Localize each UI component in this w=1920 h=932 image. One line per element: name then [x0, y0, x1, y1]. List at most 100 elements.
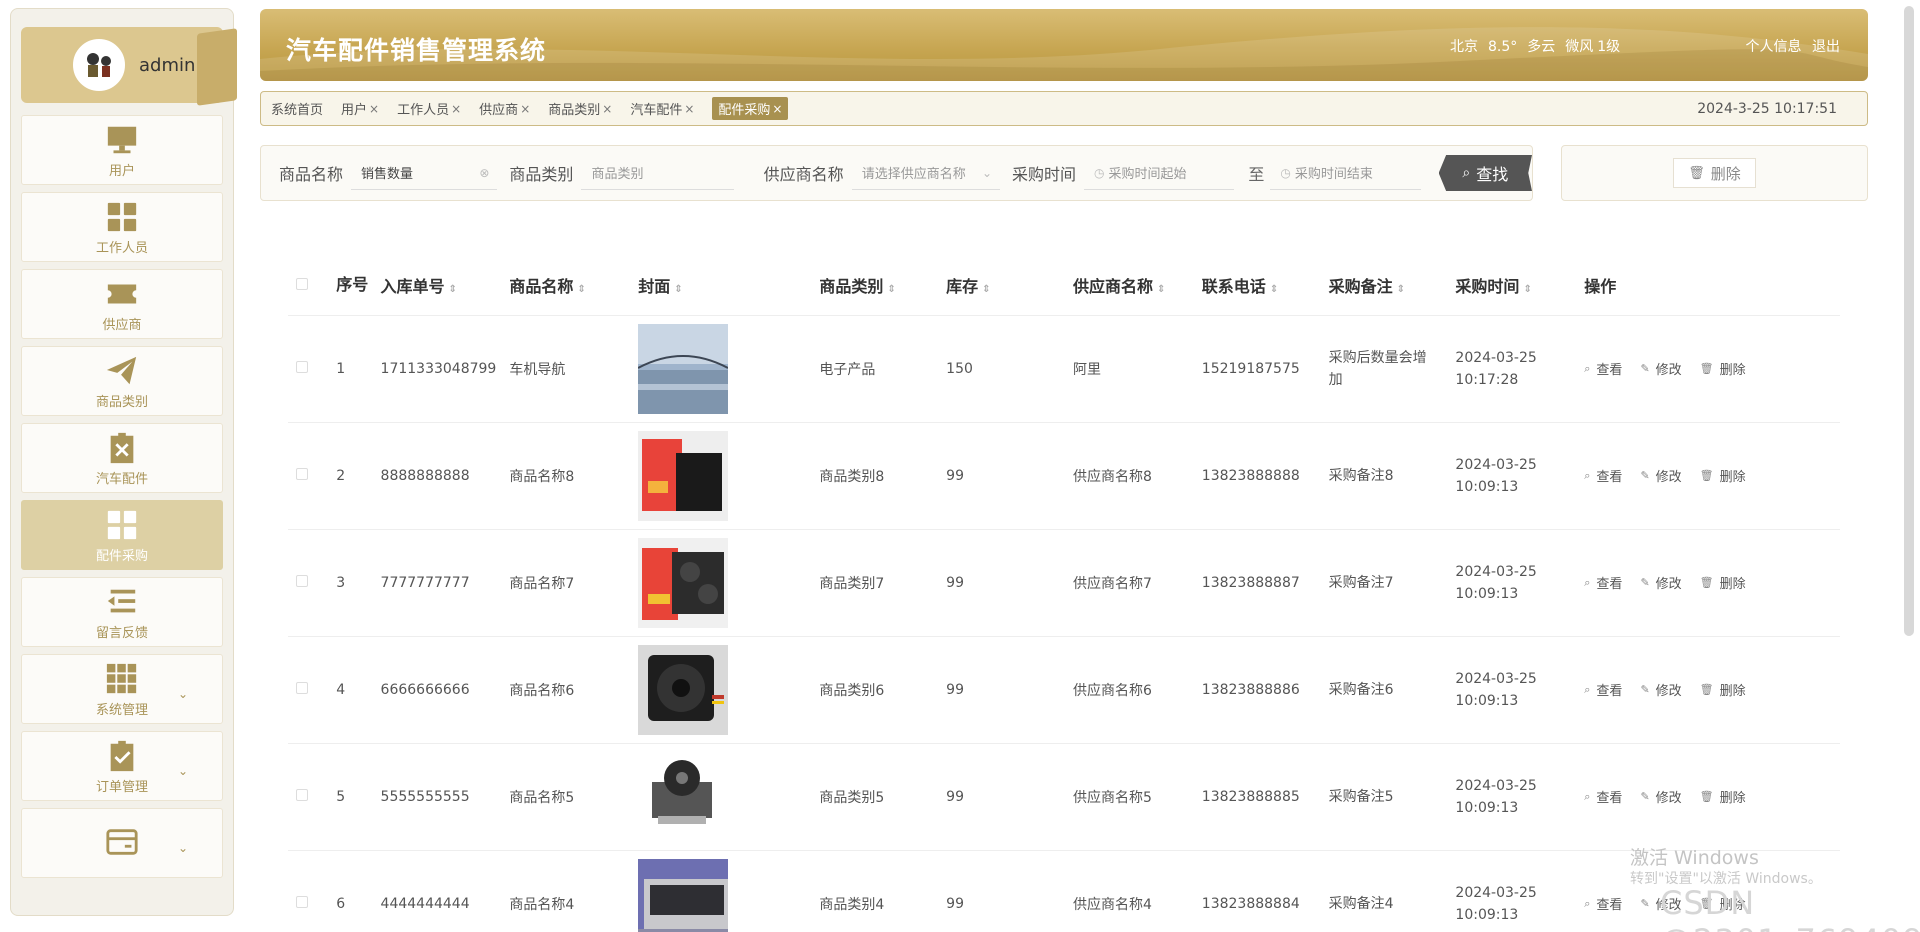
- sort-icon[interactable]: ⇕: [674, 284, 682, 295]
- close-icon[interactable]: ×: [602, 102, 612, 116]
- cover-image[interactable]: [638, 323, 729, 414]
- edit-button[interactable]: ✎ 修改: [1640, 787, 1681, 806]
- user-name: admin: [139, 54, 196, 76]
- sort-icon[interactable]: ⇕: [1397, 284, 1405, 295]
- close-icon[interactable]: ×: [369, 102, 379, 116]
- column-header[interactable]: 商品类别 ⇕: [811, 255, 939, 316]
- sort-icon[interactable]: ⇕: [1523, 284, 1531, 295]
- column-header[interactable]: 库存 ⇕: [938, 255, 1065, 316]
- table-row[interactable]: 4 6666666666 商品名称6 商品类别6 99 供应商名称6 13823…: [288, 636, 1840, 744]
- column-header[interactable]: 供应商名称 ⇕: [1064, 255, 1194, 316]
- table-row[interactable]: 5 5555555555 商品名称5 商品类别5 99 供应商名称5 13823…: [288, 743, 1840, 851]
- column-header[interactable]: 采购备注 ⇕: [1320, 255, 1448, 316]
- cell-no: 2: [328, 422, 373, 530]
- user-card-decoration: [197, 28, 237, 106]
- edit-button[interactable]: ✎ 修改: [1640, 359, 1681, 378]
- table-row[interactable]: 2 8888888888 商品名称8 商品类别8 99 供应商名称8 13823…: [288, 422, 1840, 530]
- column-header[interactable]: 采购时间 ⇕: [1447, 255, 1577, 316]
- close-icon[interactable]: ×: [772, 102, 782, 116]
- cell-phone: 13823888886: [1193, 636, 1321, 744]
- view-button[interactable]: ⌕ 查看: [1584, 466, 1622, 486]
- cover-image[interactable]: [638, 430, 729, 521]
- cover-image[interactable]: [638, 537, 729, 628]
- page-scrollbar[interactable]: [1904, 6, 1914, 636]
- row-checkbox[interactable]: [296, 574, 308, 587]
- table-row[interactable]: 3 7777777777 商品名称7 商品类别7 99 供应商名称7 13823…: [288, 529, 1840, 637]
- delete-button[interactable]: 🗑 删除: [1700, 680, 1746, 699]
- sidebar-item-4[interactable]: 汽车配件: [21, 423, 223, 493]
- sidebar-item-7[interactable]: 系统管理 ⌄: [21, 654, 223, 724]
- category-input[interactable]: 商品类别: [581, 156, 734, 190]
- category-input-placeholder: 商品类别: [591, 167, 644, 182]
- table-row[interactable]: 6 4444444444 商品名称4 商品类别4 99 供应商名称4 13823…: [288, 850, 1840, 932]
- row-checkbox[interactable]: [296, 681, 308, 694]
- view-button[interactable]: ⌕ 查看: [1584, 359, 1622, 379]
- row-checkbox[interactable]: [296, 360, 308, 373]
- clear-icon[interactable]: ⊗: [479, 166, 489, 180]
- column-header[interactable]: 入库单号 ⇕: [372, 255, 502, 316]
- column-header[interactable]: 联系电话 ⇕: [1193, 255, 1321, 316]
- column-header[interactable]: 封面 ⇕: [630, 255, 812, 316]
- batch-delete-button[interactable]: 🗑 删除: [1673, 158, 1756, 188]
- view-button[interactable]: ⌕ 查看: [1584, 573, 1622, 593]
- sidebar-item-8[interactable]: 订单管理 ⌄: [21, 731, 223, 801]
- name-input[interactable]: 销售数量 ⊗: [351, 156, 498, 190]
- view-button[interactable]: ⌕ 查看: [1584, 787, 1622, 807]
- column-header[interactable]: 商品名称 ⇕: [501, 255, 631, 316]
- search-button[interactable]: ⌕ 查找: [1438, 155, 1532, 191]
- supplier-select[interactable]: 请选择供应商名称 ⌄: [851, 156, 1001, 190]
- sidebar-item-1[interactable]: 工作人员: [21, 192, 223, 262]
- search-icon: ⌕: [1584, 682, 1591, 696]
- sort-icon[interactable]: ⇕: [449, 284, 457, 295]
- row-checkbox[interactable]: [296, 895, 308, 908]
- time-end-input[interactable]: ◷ 采购时间结束: [1270, 156, 1421, 190]
- row-checkbox[interactable]: [296, 467, 308, 480]
- profile-link[interactable]: 个人信息: [1746, 39, 1802, 55]
- delete-button[interactable]: 🗑 删除: [1700, 466, 1746, 485]
- sidebar-item-9[interactable]: ⌄: [21, 808, 223, 878]
- cell-category: 商品类别4: [811, 850, 939, 932]
- delete-button[interactable]: 🗑 删除: [1700, 573, 1746, 592]
- tab-1[interactable]: 用户 ×: [341, 99, 379, 119]
- close-icon[interactable]: ×: [684, 102, 694, 116]
- grid9-icon: [104, 661, 140, 697]
- sidebar-item-2[interactable]: 供应商: [21, 269, 223, 339]
- edit-button[interactable]: ✎ 修改: [1640, 573, 1681, 592]
- cover-image[interactable]: [638, 858, 729, 932]
- tab-0[interactable]: 系统首页: [271, 99, 323, 118]
- sidebar-item-3[interactable]: 商品类别: [21, 346, 223, 416]
- delete-button[interactable]: 🗑 删除: [1700, 787, 1746, 806]
- tab-5[interactable]: 汽车配件 ×: [630, 99, 694, 119]
- cell-name: 车机导航: [501, 315, 631, 423]
- sidebar-item-5[interactable]: 配件采购: [21, 500, 223, 570]
- edit-button[interactable]: ✎ 修改: [1640, 680, 1681, 699]
- sort-icon[interactable]: ⇕: [982, 284, 990, 295]
- table-row[interactable]: 1 1711333048799 车机导航 电子产品 150 阿里 1521918…: [288, 315, 1840, 423]
- row-checkbox[interactable]: [296, 788, 308, 801]
- close-icon[interactable]: ×: [451, 102, 461, 116]
- tab-label: 配件采购: [718, 103, 771, 118]
- view-label: 查看: [1596, 898, 1623, 913]
- sidebar-item-0[interactable]: 用户: [21, 115, 223, 185]
- close-icon[interactable]: ×: [520, 102, 530, 116]
- user-card[interactable]: admin: [21, 27, 237, 106]
- sort-icon[interactable]: ⇕: [577, 284, 585, 295]
- watermark-csdn: CSDN @2301_76940964: [1660, 884, 1920, 932]
- sort-icon[interactable]: ⇕: [1270, 284, 1278, 295]
- tab-4[interactable]: 商品类别 ×: [548, 99, 612, 119]
- tab-6[interactable]: 配件采购 ×: [712, 97, 789, 120]
- tab-3[interactable]: 供应商 ×: [479, 99, 530, 119]
- view-button[interactable]: ⌕ 查看: [1584, 894, 1623, 914]
- sort-icon[interactable]: ⇕: [1157, 284, 1165, 295]
- view-button[interactable]: ⌕ 查看: [1584, 680, 1622, 700]
- sort-icon[interactable]: ⇕: [887, 284, 895, 295]
- cover-image[interactable]: [638, 644, 729, 735]
- tab-2[interactable]: 工作人员 ×: [397, 99, 461, 119]
- sidebar-item-6[interactable]: 留言反馈: [21, 577, 223, 647]
- time-start-input[interactable]: ◷ 采购时间起始: [1084, 156, 1235, 190]
- logout-link[interactable]: 退出: [1812, 39, 1840, 55]
- cover-image[interactable]: [638, 751, 729, 842]
- edit-button[interactable]: ✎ 修改: [1640, 466, 1681, 485]
- select-all-checkbox[interactable]: [296, 278, 308, 291]
- delete-button[interactable]: 🗑 删除: [1700, 359, 1746, 378]
